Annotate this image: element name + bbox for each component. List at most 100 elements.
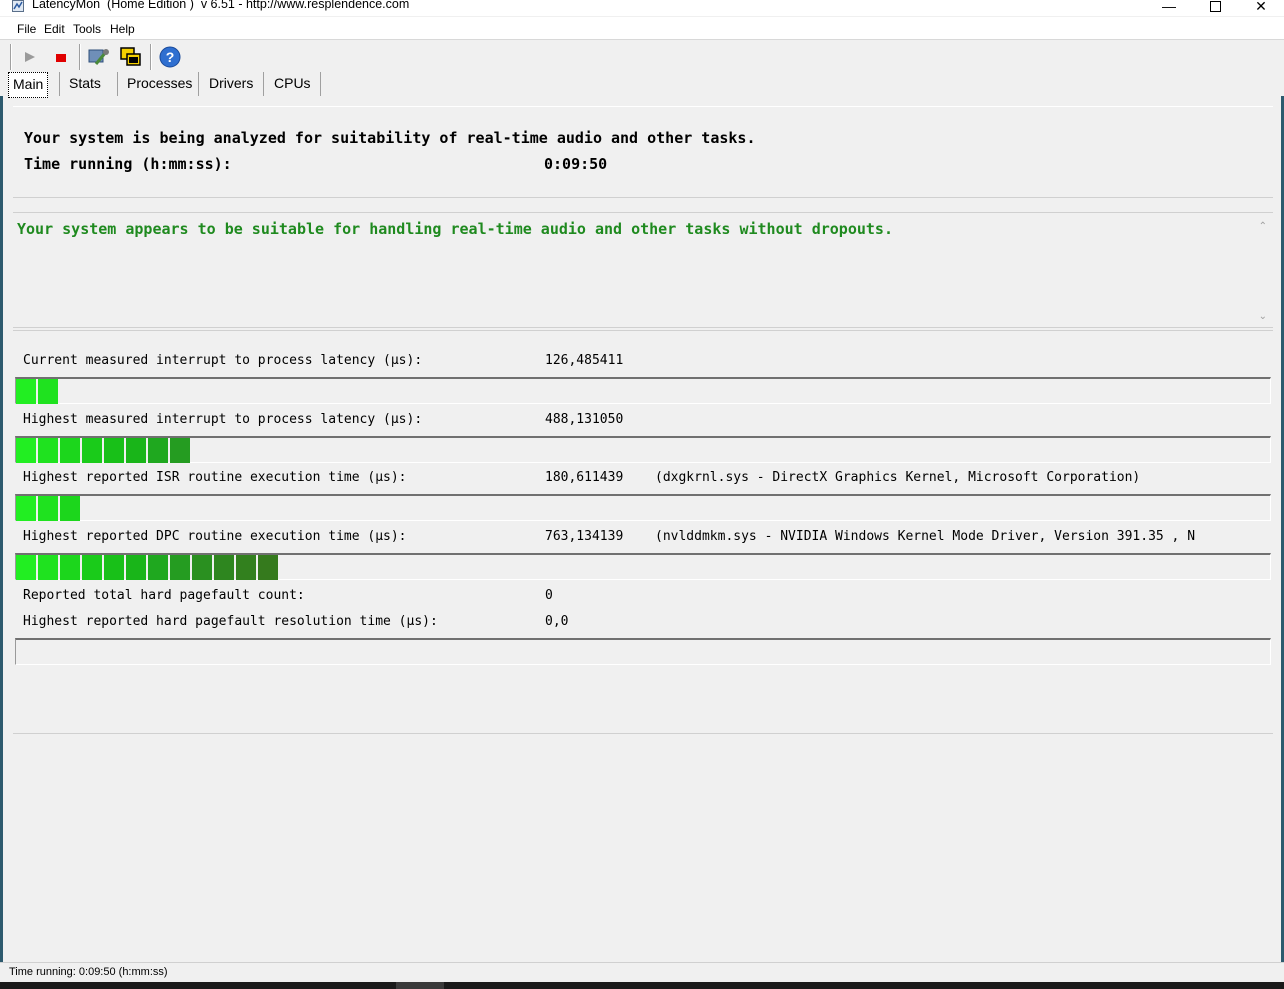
help-button[interactable]: ? xyxy=(157,44,183,70)
bar-segment xyxy=(38,379,58,404)
scroll-down-icon[interactable]: ⌄ xyxy=(1259,311,1267,322)
menu-file[interactable]: File xyxy=(17,22,36,36)
dpc-value: 763,134139 xyxy=(545,529,624,544)
toolbar-separator xyxy=(150,44,152,70)
wrench-icon xyxy=(88,49,109,65)
start-button[interactable] xyxy=(17,44,43,70)
bar-segment xyxy=(236,555,256,580)
highest-latency-value: 488,131050 xyxy=(545,412,624,427)
bar-segment xyxy=(60,555,80,580)
tab-main[interactable]: Main xyxy=(8,72,49,98)
windows-button[interactable] xyxy=(118,44,144,70)
minimize-icon: — xyxy=(1162,0,1176,14)
toolbar-separator xyxy=(10,44,12,70)
status-bar: Time running: 0:09:50 (h:mm:ss) xyxy=(0,962,1284,983)
tab-drivers[interactable]: Drivers xyxy=(209,72,253,96)
tab-separator xyxy=(198,72,199,96)
pagefault-count-label: Reported total hard pagefault count: xyxy=(23,588,305,603)
bar-segment xyxy=(16,438,36,463)
scroll-up-icon[interactable]: ⌃ xyxy=(1259,221,1267,232)
pagefault-time-label: Highest reported hard pagefault resoluti… xyxy=(23,614,438,629)
bar-segment xyxy=(192,555,212,580)
time-running-label: Time running (h:mm:ss): xyxy=(24,155,232,173)
bar-segment xyxy=(38,438,58,463)
bar-segment xyxy=(16,379,36,404)
windows-icon xyxy=(120,47,141,66)
bar-segment xyxy=(82,555,102,580)
close-button[interactable]: ✕ xyxy=(1238,0,1284,16)
maximize-icon xyxy=(1209,1,1221,12)
empty-area xyxy=(13,734,1273,960)
tab-separator xyxy=(117,72,118,96)
dpc-driver: (nvlddmkm.sys - NVIDIA Windows Kernel Mo… xyxy=(655,529,1196,544)
pagefault-time-bar xyxy=(15,638,1271,665)
verdict-box[interactable]: Your system appears to be suitable for h… xyxy=(13,212,1273,328)
isr-bar xyxy=(15,494,1271,521)
bar-segment xyxy=(148,438,168,463)
analysis-status-text: Your system is being analyzed for suitab… xyxy=(24,129,756,147)
menu-help[interactable]: Help xyxy=(110,22,135,36)
dpc-bar xyxy=(15,553,1271,580)
bar-segment xyxy=(148,555,168,580)
app-icon xyxy=(12,0,24,12)
dpc-label: Highest reported DPC routine execution t… xyxy=(23,529,407,544)
tab-processes[interactable]: Processes xyxy=(127,72,192,96)
taskbar-active-item[interactable] xyxy=(396,982,444,989)
dpc-bar-fill xyxy=(16,555,280,580)
menu-tools[interactable]: Tools xyxy=(73,22,101,36)
menu-bar: File Edit Tools Help xyxy=(0,17,1284,40)
analysis-status-panel: Your system is being analyzed for suitab… xyxy=(13,106,1273,198)
window-edge xyxy=(0,96,3,962)
bar-segment xyxy=(38,555,58,580)
current-latency-bar-fill xyxy=(16,379,60,404)
bar-segment xyxy=(170,555,190,580)
tab-stats[interactable]: Stats xyxy=(69,72,101,96)
isr-bar-fill xyxy=(16,496,82,521)
window-title: LatencyMon (Home Edition ) v 6.51 - http… xyxy=(32,0,410,11)
maximize-button[interactable] xyxy=(1192,0,1238,16)
verdict-text: Your system appears to be suitable for h… xyxy=(17,220,893,238)
pagefault-time-value: 0,0 xyxy=(545,614,569,629)
highest-latency-bar xyxy=(15,436,1271,463)
highest-latency-bar-fill xyxy=(16,438,192,463)
help-glyph: ? xyxy=(166,49,175,65)
close-icon: ✕ xyxy=(1255,0,1267,14)
taskbar xyxy=(0,982,1284,989)
bar-segment xyxy=(16,555,36,580)
bar-segment xyxy=(170,438,190,463)
bar-segment xyxy=(38,496,58,521)
isr-label: Highest reported ISR routine execution t… xyxy=(23,470,407,485)
current-latency-label: Current measured interrupt to process la… xyxy=(23,353,423,368)
stop-button[interactable] xyxy=(48,44,74,70)
current-latency-value: 126,485411 xyxy=(545,353,624,368)
bar-segment xyxy=(16,496,36,521)
bar-segment xyxy=(82,438,102,463)
menu-edit[interactable]: Edit xyxy=(44,22,65,36)
time-running-value: 0:09:50 xyxy=(544,155,608,173)
pagefault-count-value: 0 xyxy=(545,588,553,603)
bar-segment xyxy=(60,496,80,521)
highest-latency-label: Highest measured interrupt to process la… xyxy=(23,412,423,427)
driver-tool-button[interactable] xyxy=(86,44,112,70)
bar-segment xyxy=(258,555,278,580)
bar-segment xyxy=(126,555,146,580)
tab-separator xyxy=(320,72,321,96)
status-bar-text: Time running: 0:09:50 (h:mm:ss) xyxy=(9,966,168,978)
bar-segment xyxy=(104,438,124,463)
bar-segment xyxy=(104,555,124,580)
metrics-panel: Current measured interrupt to process la… xyxy=(13,330,1273,734)
toolbar-separator xyxy=(79,44,81,70)
isr-driver: (dxgkrnl.sys - DirectX Graphics Kernel, … xyxy=(655,470,1141,485)
minimize-button[interactable]: — xyxy=(1146,0,1192,16)
tab-cpus[interactable]: CPUs xyxy=(274,72,311,96)
help-icon: ? xyxy=(159,46,181,68)
current-latency-bar xyxy=(15,377,1271,404)
bar-segment xyxy=(214,555,234,580)
tab-separator xyxy=(263,72,264,96)
bar-segment xyxy=(60,438,80,463)
tab-strip: Main Stats Processes Drivers CPUs xyxy=(0,72,1284,98)
isr-value: 180,611439 xyxy=(545,470,624,485)
toolbar: ? xyxy=(0,40,1284,72)
stop-icon xyxy=(56,54,66,62)
bar-segment xyxy=(126,438,146,463)
